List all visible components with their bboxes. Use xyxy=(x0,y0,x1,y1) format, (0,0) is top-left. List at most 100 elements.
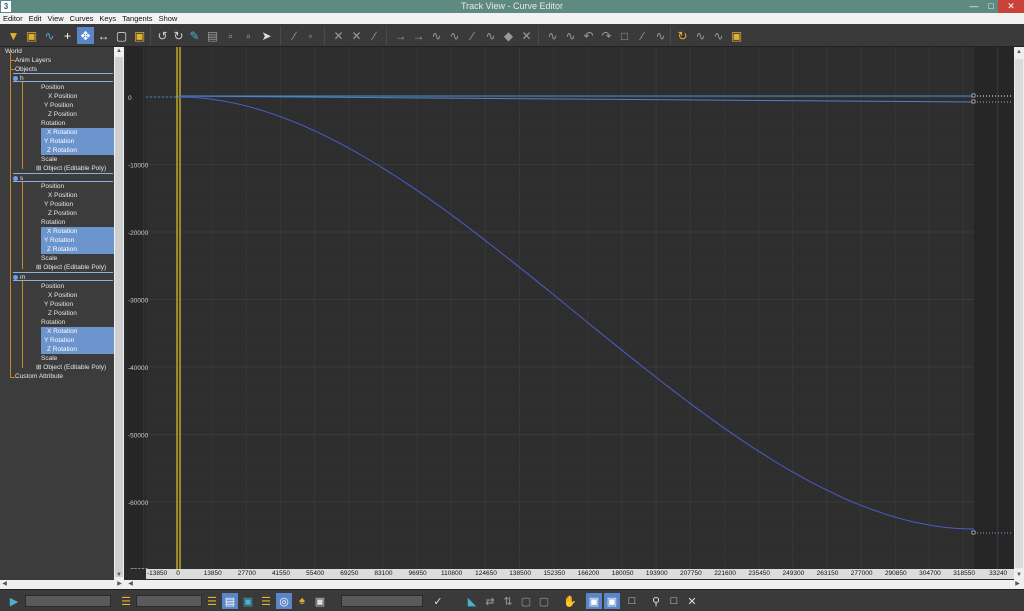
scroll-right-icon[interactable]: ▶ xyxy=(1013,580,1022,589)
tree-item-z-position[interactable]: Z Position xyxy=(48,209,77,218)
key-icon[interactable]: ✕ xyxy=(518,27,535,44)
key-stats-icon[interactable]: ✓ xyxy=(430,593,446,609)
scroll-left-icon[interactable]: ◀ xyxy=(126,580,135,589)
tree-vertical-scrollbar[interactable]: ▲ ▼ xyxy=(114,47,124,580)
filter-selected-icon[interactable]: ☰ xyxy=(118,593,134,609)
graph-horizontal-scrollbar[interactable]: ◀ ▶ xyxy=(124,580,1024,589)
tree-item-rotation[interactable]: Rotation xyxy=(41,318,65,327)
keyframe[interactable] xyxy=(971,99,976,104)
tree-item-x-rotation[interactable]: X Rotation xyxy=(41,128,114,137)
retime-tool-icon[interactable]: ↻ xyxy=(170,27,187,44)
out-of-range-pingpong-icon[interactable]: ∿ xyxy=(446,27,463,44)
zoom-value-extents-icon[interactable]: □ xyxy=(624,593,640,609)
tree-object-m[interactable]: m xyxy=(13,272,113,281)
pin-icon[interactable]: ♠ xyxy=(294,593,310,609)
tree-item-y-position[interactable]: Y Position xyxy=(44,300,73,309)
tree-item-x-position[interactable]: X Position xyxy=(48,291,77,300)
selection-dropdown[interactable] xyxy=(136,595,202,607)
tree-item-object-editable-poly[interactable]: ⊞ Object (Editable Poly) xyxy=(36,263,106,272)
add-key-icon[interactable]: + xyxy=(59,27,76,44)
menu-keys[interactable]: Keys xyxy=(96,13,119,23)
zoom-icon[interactable]: ◎ xyxy=(276,593,292,609)
key-icon[interactable]: ◆ xyxy=(500,27,517,44)
menu-view[interactable]: View xyxy=(45,13,67,23)
tree-item-x-position[interactable]: X Position xyxy=(48,92,77,101)
tree-item-x-rotation[interactable]: X Rotation xyxy=(41,327,114,336)
tree-item-scale[interactable]: Scale xyxy=(41,155,57,164)
tree-item-object-editable-poly[interactable]: ⊞ Object (Editable Poly) xyxy=(36,164,106,173)
tree-object-s[interactable]: s xyxy=(13,173,113,182)
value-field[interactable] xyxy=(341,595,423,607)
tree-item-z-rotation[interactable]: Z Rotation xyxy=(41,345,114,354)
tree-horizontal-scrollbar[interactable]: ◀ ▶ xyxy=(0,580,124,589)
tree-item-object-editable-poly[interactable]: ⊞ Object (Editable Poly) xyxy=(36,363,106,372)
tangent-spline-icon[interactable]: ∿ xyxy=(562,27,579,44)
reduce-keys-icon[interactable]: ▤ xyxy=(204,27,221,44)
tangent-step-icon[interactable]: □ xyxy=(616,27,633,44)
tree-item-z-position[interactable]: Z Position xyxy=(48,309,77,318)
filter-animated-icon[interactable]: ▤ xyxy=(222,593,238,609)
tree-object-h[interactable]: h xyxy=(13,73,113,82)
scroll-down-icon[interactable]: ▼ xyxy=(1014,570,1024,580)
scroll-thumb[interactable] xyxy=(1015,59,1023,568)
menu-editor[interactable]: Editor xyxy=(0,13,26,23)
track-name-field[interactable] xyxy=(25,595,111,607)
tree-item-rotation[interactable]: Rotation xyxy=(41,218,65,227)
parameter-curve-icon[interactable]: ▫ xyxy=(222,27,239,44)
out-of-range-cycle-icon[interactable]: → xyxy=(410,27,427,44)
tree-item-anim-layers[interactable]: Anim Layers xyxy=(15,56,51,65)
snap-icon[interactable]: ∿ xyxy=(41,27,58,44)
curve-graph[interactable]: 0-10000-20000-30000-40000-50000-60000-70… xyxy=(126,47,1014,569)
keyframe[interactable] xyxy=(971,530,976,535)
tree-item-z-rotation[interactable]: Z Rotation xyxy=(41,245,114,254)
menu-show[interactable]: Show xyxy=(156,13,181,23)
show-tangents-icon[interactable]: ∿ xyxy=(710,27,727,44)
break-tangents-icon[interactable]: ✕ xyxy=(330,27,347,44)
zoom-extents-selected-icon[interactable]: ▣ xyxy=(604,593,620,609)
curve-graph-canvas[interactable]: 0-10000-20000-30000-40000-50000-60000-70… xyxy=(126,47,1014,569)
tangent-slow-icon[interactable]: ↷ xyxy=(598,27,615,44)
zoom-magnifier-icon[interactable]: ⚲ xyxy=(648,593,664,609)
out-of-range-loop-icon[interactable]: ∿ xyxy=(428,27,445,44)
tree-item-custom-attribute[interactable]: Custom Attribute xyxy=(15,372,63,381)
isolate-curve-icon[interactable]: ✕ xyxy=(684,593,700,609)
tree-item-y-position[interactable]: Y Position xyxy=(44,101,73,110)
out-of-range-linear-icon[interactable]: ∕ xyxy=(464,27,481,44)
tree-item-position[interactable]: Position xyxy=(41,83,64,92)
tree-item-z-position[interactable]: Z Position xyxy=(48,110,77,119)
tangent-smooth-icon[interactable]: ∿ xyxy=(652,27,669,44)
filter-layers-icon[interactable]: ☰ xyxy=(258,593,274,609)
edit-track-set-icon[interactable]: ▣ xyxy=(240,593,256,609)
tree-item-y-rotation[interactable]: Y Rotation xyxy=(41,336,114,345)
scale-values-icon[interactable]: ▣ xyxy=(131,27,148,44)
lock-icon[interactable]: ▣ xyxy=(312,593,328,609)
zoom-selected-icon[interactable]: ☰ xyxy=(204,593,220,609)
tree-item-y-rotation[interactable]: Y Rotation xyxy=(41,236,114,245)
tree-item-y-rotation[interactable]: Y Rotation xyxy=(41,137,114,146)
draw-curves-icon[interactable]: ✎ xyxy=(186,27,203,44)
frame-zoom-icon[interactable]: ▢ xyxy=(518,593,534,609)
show-tangents-icon[interactable]: ∕ xyxy=(366,27,383,44)
lock-selection-icon[interactable]: ▣ xyxy=(23,27,40,44)
scroll-right-icon[interactable]: ▶ xyxy=(115,580,124,589)
show-all-tangents-icon[interactable]: ∿ xyxy=(692,27,709,44)
filter-icon[interactable]: ▼ xyxy=(5,27,22,44)
slide-keys-icon[interactable]: ↔ xyxy=(95,27,112,44)
show-keyable-icon[interactable]: ↻ xyxy=(674,27,691,44)
zoom-extents-icon[interactable]: ▣ xyxy=(586,593,602,609)
menu-edit[interactable]: Edit xyxy=(26,13,45,23)
lock-icon[interactable]: ▣ xyxy=(728,27,745,44)
keyframe[interactable] xyxy=(971,93,976,98)
tree-item-x-position[interactable]: X Position xyxy=(48,191,77,200)
tree-item-x-rotation[interactable]: X Rotation xyxy=(41,227,114,236)
scroll-up-icon[interactable]: ▲ xyxy=(114,47,124,56)
tree-item-scale[interactable]: Scale xyxy=(41,354,57,363)
tree-item-world[interactable]: World xyxy=(5,47,22,56)
frame-extents-icon[interactable]: ◣ xyxy=(464,593,480,609)
lock-tangents-icon[interactable]: ∕ xyxy=(286,27,303,44)
tangent-auto-icon[interactable]: ∿ xyxy=(544,27,561,44)
scale-keys-icon[interactable]: ▢ xyxy=(113,27,130,44)
select-track-icon[interactable]: ▶ xyxy=(6,593,22,609)
selection-arrow-icon[interactable]: ➤ xyxy=(258,27,275,44)
tree-item-position[interactable]: Position xyxy=(41,182,64,191)
